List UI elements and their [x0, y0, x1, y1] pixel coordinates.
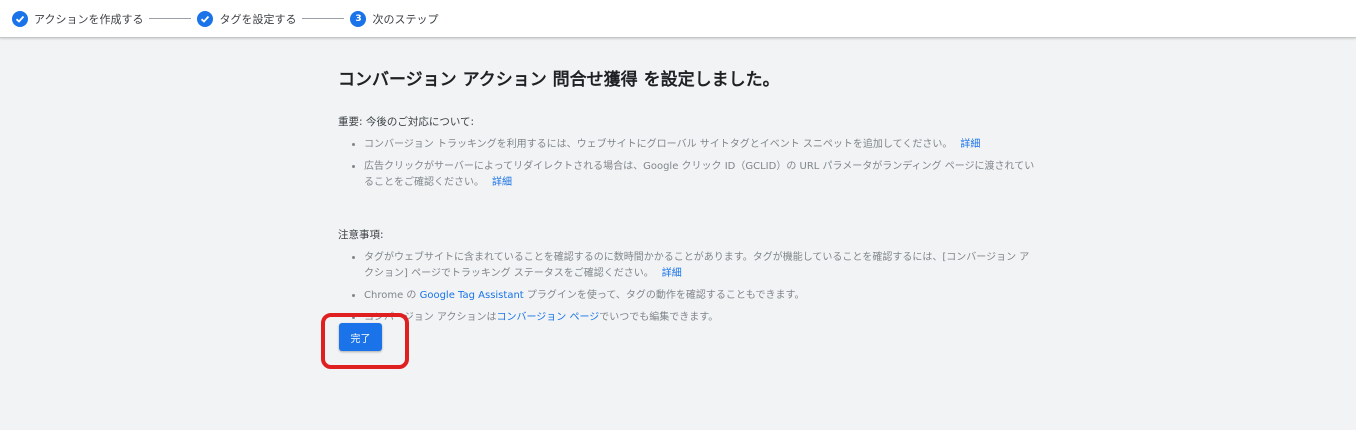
notes-list: タグがウェブサイトに含まれていることを確認するのに数時間かかることがあります。タ… [338, 250, 1038, 326]
list-item-text: Chrome の [364, 290, 420, 301]
list-item-text: コンバージョン トラッキングを利用するには、ウェブサイトにグローバル サイトタグ… [364, 139, 953, 150]
step-number: 3 [350, 10, 367, 27]
list-item: コンバージョン トラッキングを利用するには、ウェブサイトにグローバル サイトタグ… [364, 137, 1038, 153]
confirmation-content: コンバージョン アクション 問合せ獲得 を設定しました。 重要: 今後のご対応に… [338, 68, 1038, 332]
list-item: タグがウェブサイトに含まれていることを確認するのに数時間かかることがあります。タ… [364, 250, 1038, 282]
conversions-page-link[interactable]: コンバージョン ページ [496, 312, 599, 323]
list-item-text: コンバージョン アクションは [364, 312, 497, 323]
notes-section-title: 注意事項: [338, 229, 384, 241]
check-icon [197, 10, 214, 27]
conversion-action-name: 問合せ獲得 [552, 70, 638, 90]
step-connector [149, 18, 192, 19]
stepper-bar: アクションを作成する タグを設定する 3 次のステップ [0, 0, 1356, 38]
list-item: Chrome の Google Tag Assistant プラグインを使って、… [364, 288, 1038, 304]
step-set-tag[interactable]: タグを設定する [197, 10, 297, 27]
list-item-text: タグがウェブサイトに含まれていることを確認するのに数時間かかることがあります。タ… [364, 252, 1030, 279]
list-item: 広告クリックがサーバーによってリダイレクトされる場合は、Google クリック … [364, 159, 1038, 191]
step-connector [302, 18, 345, 19]
step-label: 次のステップ [372, 12, 439, 26]
important-section-title: 重要: 今後のご対応について: [338, 116, 475, 128]
done-button[interactable]: 完了 [339, 323, 382, 351]
step-create-action[interactable]: アクションを作成する [12, 10, 144, 27]
step-label: アクションを作成する [34, 12, 144, 26]
list-item-text: プラグインを使って、タグの動作を確認することもできます。 [523, 290, 805, 301]
title-suffix: を設定しました。 [637, 70, 780, 90]
list-item-text: でいつでも編集できます。 [599, 312, 719, 323]
check-icon [12, 10, 28, 27]
list-item: コンバージョン アクションはコンバージョン ページでいつでも編集できます。 [364, 310, 1038, 326]
list-item-text: 広告クリックがサーバーによってリダイレクトされる場合は、Google クリック … [364, 161, 1035, 188]
page-title: コンバージョン アクション 問合せ獲得 を設定しました。 [338, 68, 1038, 92]
learn-more-link[interactable]: 詳細 [662, 268, 682, 279]
learn-more-link[interactable]: 詳細 [960, 139, 980, 150]
title-prefix: コンバージョン アクション [338, 70, 553, 90]
tag-assistant-link[interactable]: Google Tag Assistant [420, 290, 524, 301]
learn-more-link[interactable]: 詳細 [492, 177, 512, 188]
important-list: コンバージョン トラッキングを利用するには、ウェブサイトにグローバル サイトタグ… [338, 137, 1038, 191]
step-label: タグを設定する [219, 12, 297, 26]
step-next-steps: 3 次のステップ [350, 10, 439, 27]
